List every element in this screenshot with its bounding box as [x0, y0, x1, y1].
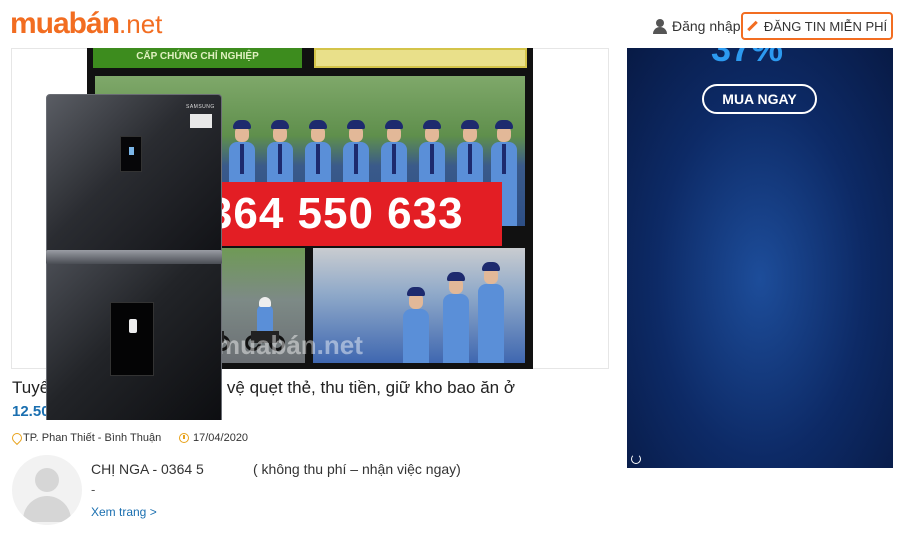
seller-avatar[interactable]: [12, 455, 82, 525]
seller-subline: -: [91, 482, 96, 497]
ad-discount: 37%: [711, 48, 784, 69]
listing-location: TP. Phan Thiết - Bình Thuận: [12, 432, 161, 444]
fridge-control-panel: [120, 136, 142, 172]
ad-refresh-icon[interactable]: [631, 454, 641, 464]
logo-main: muabán: [10, 7, 120, 40]
pencil-icon: [747, 21, 758, 32]
post-free-listing-button[interactable]: ĐĂNG TIN MIỄN PHÍ: [741, 12, 893, 40]
location-text: TP. Phan Thiết - Bình Thuận: [23, 432, 162, 444]
seller-name: CHỊ NGA - 0364 5: [91, 461, 204, 477]
sidebar-ad[interactable]: 37% MUA NGAY: [627, 48, 893, 468]
photo-top-strip: CẤP CHỨNG CHỈ NGHIỆP: [93, 48, 527, 68]
login-label: Đăng nhập: [672, 18, 741, 34]
photo-top-banner: CẤP CHỨNG CHỈ NGHIỆP: [93, 48, 302, 68]
photo-watermark: muabán.net: [217, 330, 363, 360]
fridge-brand: SAMSUNG: [186, 104, 215, 110]
clock-icon: [179, 433, 189, 443]
seller-note: ( không thu phí – nhận việc ngay): [253, 461, 461, 477]
fridge-handle: [46, 250, 222, 264]
page: muabán.net Đăng nhập ĐĂNG TIN MIỄN PHÍ C…: [0, 0, 900, 538]
login-link[interactable]: Đăng nhập: [653, 16, 741, 36]
location-pin-icon: [12, 433, 20, 443]
post-button-label: ĐĂNG TIN MIỄN PHÍ: [763, 18, 888, 34]
date-text: 17/04/2020: [193, 432, 249, 444]
buy-now-button[interactable]: MUA NGAY: [702, 84, 817, 114]
seller-page-link[interactable]: Xem trang >: [91, 505, 157, 519]
fridge-water-dispenser: [110, 302, 154, 376]
site-header: muabán.net Đăng nhập ĐĂNG TIN MIỄN PHÍ: [0, 0, 900, 48]
listing-date: 17/04/2020: [179, 432, 248, 444]
user-icon: [653, 18, 667, 34]
fridge-badge: [190, 114, 212, 128]
site-logo[interactable]: muabán.net: [10, 6, 162, 42]
logo-tld: .net: [119, 9, 163, 39]
photo-top-sign: [314, 48, 527, 68]
